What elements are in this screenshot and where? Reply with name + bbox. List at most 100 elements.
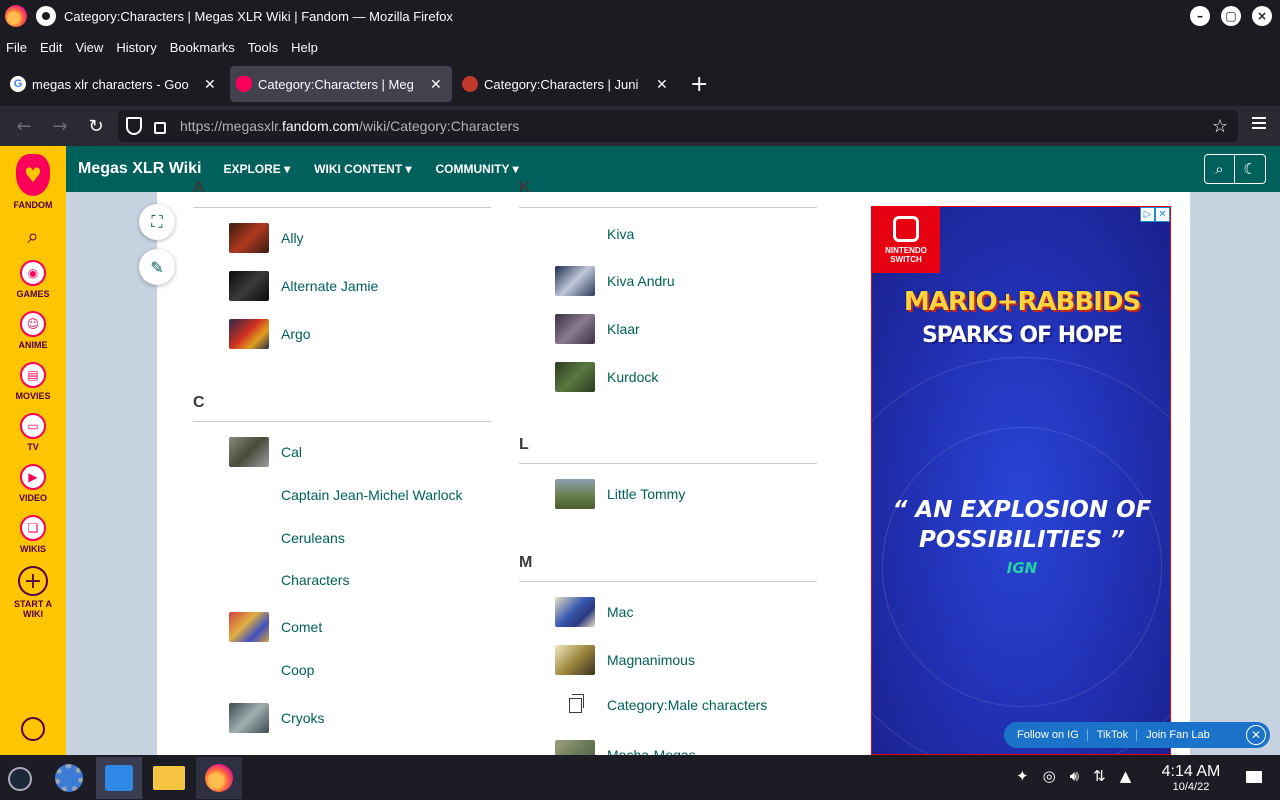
close-icon[interactable]: ✕ — [1246, 725, 1266, 745]
advertisement-banner[interactable]: NINTENDO SWITCH ▷ ✕ MARIO+RABBIDS SPARKS … — [871, 206, 1171, 755]
list-item[interactable]: Kiva Andru — [555, 266, 675, 296]
list-item[interactable]: Argo — [229, 319, 311, 349]
character-link[interactable]: Coop — [281, 662, 314, 678]
rail-item-start-wiki[interactable]: + START A WIKI — [8, 566, 58, 619]
close-tab-icon[interactable]: ✕ — [204, 76, 216, 93]
ad-choices[interactable]: ▷ ✕ — [1140, 207, 1170, 222]
notifications-icon[interactable]: ✦ — [1016, 767, 1029, 785]
rail-item-movies[interactable]: ▤ MOVIES — [15, 362, 51, 401]
character-thumbnail[interactable] — [555, 479, 595, 509]
back-arrow-icon[interactable]: ← — [6, 116, 42, 137]
list-item[interactable]: Characters — [229, 572, 349, 588]
character-link[interactable]: Kiva — [607, 226, 634, 242]
url-text[interactable]: https://megasxlr.fandom.com/wiki/Categor… — [180, 118, 519, 134]
list-item[interactable]: Comet — [229, 612, 322, 642]
list-item[interactable]: Alternate Jamie — [229, 271, 378, 301]
close-tab-icon[interactable]: ✕ — [656, 76, 668, 93]
character-link[interactable]: Ceruleans — [281, 530, 345, 546]
search-icon[interactable]: ⌕ — [27, 224, 38, 248]
reload-icon[interactable]: ↻ — [78, 116, 114, 137]
taskbar-files[interactable] — [146, 757, 192, 799]
rail-item-video[interactable]: ▶ VIDEO — [19, 464, 47, 503]
character-thumbnail[interactable] — [555, 645, 595, 675]
list-item[interactable]: Cryoks — [229, 703, 325, 733]
character-link[interactable]: Alternate Jamie — [281, 278, 378, 294]
character-link[interactable]: Cryoks — [281, 710, 325, 726]
character-link[interactable]: Characters — [281, 572, 349, 588]
character-link[interactable]: Little Tommy — [607, 486, 685, 502]
close-tab-icon[interactable]: ✕ — [430, 76, 442, 93]
character-link[interactable]: Ally — [281, 230, 304, 246]
network-icon[interactable]: ⇅ — [1093, 767, 1106, 785]
list-item[interactable]: Mecha-Megas — [555, 740, 696, 755]
wiki-name[interactable]: Megas XLR Wiki — [78, 160, 201, 178]
taskbar-discover[interactable] — [96, 757, 142, 799]
rail-item-wikis[interactable]: ❑ WIKIS — [20, 515, 46, 554]
character-link[interactable]: Comet — [281, 619, 322, 635]
adchoices-icon[interactable]: ▷ — [1140, 207, 1155, 222]
tiktok-link[interactable]: TikTok — [1097, 729, 1138, 741]
character-thumbnail[interactable] — [229, 612, 269, 642]
ad-close-icon[interactable]: ✕ — [1155, 207, 1170, 222]
menu-bookmarks[interactable]: Bookmarks — [170, 40, 235, 55]
tray-expand-icon[interactable]: ▲ — [1120, 767, 1132, 785]
menu-view[interactable]: View — [75, 40, 103, 55]
maximize-button[interactable]: ▢ — [1221, 6, 1241, 26]
rail-item-games[interactable]: ◉ GAMES — [16, 260, 50, 299]
menu-file[interactable]: File — [6, 40, 27, 55]
url-bar[interactable]: https://megasxlr.fandom.com/wiki/Categor… — [118, 110, 1238, 142]
window-menu-icon[interactable] — [36, 6, 56, 26]
list-item[interactable]: Ceruleans — [229, 530, 345, 546]
follow-ig-link[interactable]: Follow on IG — [1017, 729, 1088, 741]
character-thumbnail[interactable] — [555, 314, 595, 344]
list-item[interactable]: Category:Male characters — [555, 693, 767, 713]
character-thumbnail[interactable] — [229, 319, 269, 349]
character-link[interactable]: Captain Jean-Michel Warlock — [281, 487, 463, 503]
menu-tools[interactable]: Tools — [248, 40, 278, 55]
character-link[interactable]: Mecha-Megas — [607, 747, 696, 755]
list-item[interactable]: Kiva — [555, 226, 634, 242]
expand-icon[interactable]: ⛶ — [139, 204, 175, 240]
nav-explore[interactable]: EXPLORE — [223, 162, 290, 176]
tab-google-search[interactable]: G megas xlr characters - Goo ✕ — [4, 66, 226, 102]
new-tab-button[interactable]: + — [690, 72, 708, 97]
character-link[interactable]: Cal — [281, 444, 302, 460]
fandom-logo-icon[interactable] — [16, 154, 50, 196]
minimize-button[interactable]: – — [1190, 6, 1210, 26]
list-item[interactable]: Kurdock — [555, 362, 658, 392]
list-item[interactable]: Klaar — [555, 314, 640, 344]
list-item[interactable]: Cal — [229, 437, 302, 467]
close-window-button[interactable]: × — [1252, 6, 1272, 26]
tracking-shield-icon[interactable] — [126, 117, 142, 135]
user-avatar-icon[interactable] — [21, 717, 45, 741]
edit-pencil-icon[interactable]: ✎ — [139, 249, 175, 285]
menu-edit[interactable]: Edit — [40, 40, 62, 55]
character-thumbnail[interactable] — [555, 266, 595, 296]
volume-icon[interactable]: 🔊︎ — [1070, 767, 1079, 785]
character-thumbnail[interactable] — [555, 362, 595, 392]
forward-arrow-icon[interactable]: → — [42, 116, 78, 137]
character-link[interactable]: Magnanimous — [607, 652, 695, 668]
wiki-search-button[interactable]: ⌕ — [1204, 154, 1235, 184]
taskbar-settings[interactable] — [46, 757, 92, 799]
lock-icon[interactable] — [154, 122, 166, 134]
character-thumbnail[interactable] — [229, 223, 269, 253]
list-item[interactable]: Mac — [555, 597, 633, 627]
tab-juni-characters[interactable]: Category:Characters | Juni ✕ — [456, 66, 678, 102]
join-fan-lab-link[interactable]: Join Fan Lab — [1146, 729, 1218, 741]
list-item[interactable]: Coop — [229, 662, 314, 678]
menu-history[interactable]: History — [116, 40, 156, 55]
character-thumbnail[interactable] — [555, 597, 595, 627]
character-link[interactable]: Kiva Andru — [607, 273, 675, 289]
rail-item-tv[interactable]: ▭ TV — [20, 413, 46, 452]
rail-item-anime[interactable]: ☺ ANIME — [19, 311, 48, 350]
menu-help[interactable]: Help — [291, 40, 318, 55]
clock[interactable]: 4:14 AM 10/4/22 — [1160, 763, 1222, 793]
character-link[interactable]: Kurdock — [607, 369, 658, 385]
list-item[interactable]: Magnanimous — [555, 645, 695, 675]
list-item[interactable]: Little Tommy — [555, 479, 685, 509]
nav-community[interactable]: COMMUNITY — [436, 162, 519, 176]
show-desktop-icon[interactable] — [1246, 771, 1262, 783]
steam-tray-icon[interactable]: ◎ — [1043, 767, 1056, 785]
list-item[interactable]: Ally — [229, 223, 304, 253]
